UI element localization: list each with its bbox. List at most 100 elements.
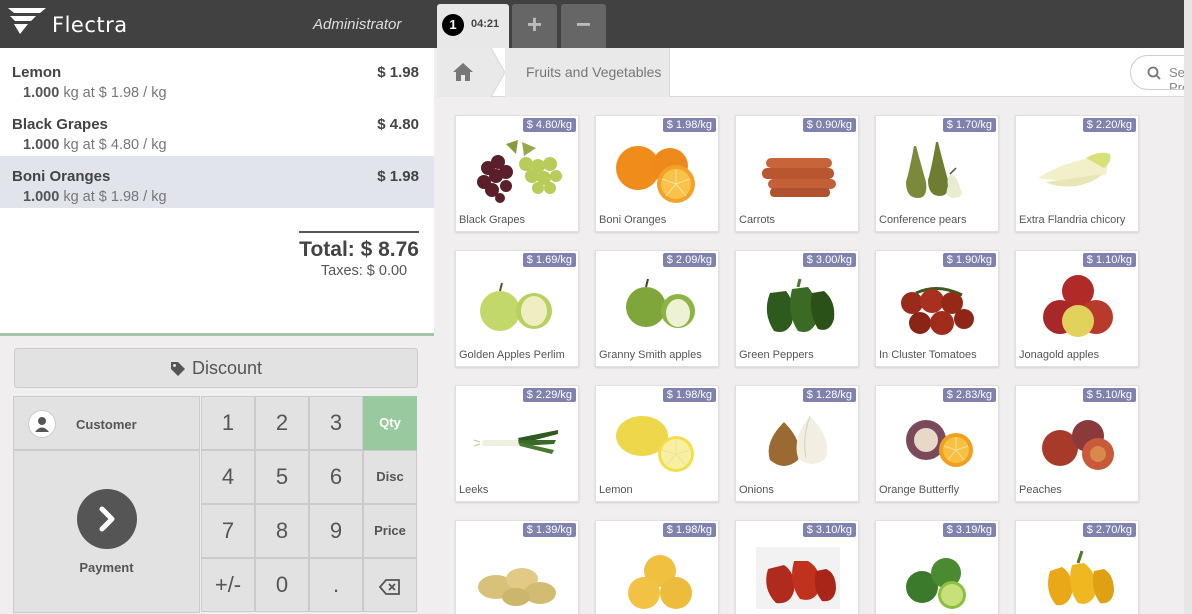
product-card[interactable]: $ 1.39/kg [455,520,579,614]
payment-label: Payment [79,560,134,575]
product-screen: Fruits and Vegetables Search Products $ … [437,48,1192,614]
product-card[interactable]: $ 1.70/kg Conference pears [875,115,999,232]
product-name: Leeks [459,484,489,496]
pears-image [906,142,962,198]
lemon-image [616,416,694,472]
product-card[interactable]: $ 1.28/kg Onions [735,385,859,502]
new-order-button[interactable]: + [512,4,557,48]
numpad-key-9[interactable]: 9 [309,504,363,558]
product-card[interactable]: $ 3.00/kg Green Peppers [735,250,859,367]
product-price: $ 2.20/kg [1082,118,1136,132]
product-name: In Cluster Tomatoes [879,349,977,361]
order-number-badge: 1 [442,14,464,36]
product-card[interactable]: $ 2.09/kg Granny Smith apples [595,250,719,367]
price-mode-button[interactable]: Price [363,504,417,558]
product-card[interactable]: $ 1.90/kg In Cluster Tomatoes [875,250,999,367]
product-card[interactable]: $ 1.98/kg Boni Oranges [595,115,719,232]
onions-image [768,415,828,466]
customer-label: Customer [76,417,137,432]
numpad-key-5[interactable]: 5 [255,450,309,504]
numpad-key-dot[interactable]: . [309,558,363,612]
product-name: Orange Butterfly [879,484,960,496]
home-icon [453,63,473,81]
product-price: $ 1.98/kg [662,523,716,537]
product-name: Granny Smith apples [599,349,702,361]
breadcrumb: Fruits and Vegetables Search Products [437,48,1192,97]
order-line-info: 1.000 kg at $ 1.98 / kg [23,85,167,101]
order-line[interactable]: Lemon $ 1.98 1.000 kg at $ 1.98 / kg [0,52,434,104]
search-icon [1147,66,1161,80]
search-box[interactable]: Search Products [1130,55,1192,90]
product-card[interactable]: $ 5.10/kg Peaches [1015,385,1139,502]
chicory-image [1038,152,1111,187]
order-line[interactable]: Black Grapes $ 4.80 1.000 kg at $ 4.80 /… [0,104,434,156]
product-name: Extra Flandria chicory [1019,214,1126,226]
product-card[interactable]: $ 1.98/kg Lemon [595,385,719,502]
customer-button[interactable]: Customer [13,396,200,450]
product-card[interactable]: $ 1.69/kg Golden Apples Perlim [455,250,579,367]
product-name: Lemon [599,484,633,496]
order-line-unit-price: kg at $ 1.98 / kg [59,189,167,205]
numpad-key-6[interactable]: 6 [309,450,363,504]
qty-mode-button[interactable]: Qty [363,396,417,450]
product-card[interactable]: $ 2.83/kg Orange Butterfly [875,385,999,502]
grapefruit-image [628,555,692,609]
product-card[interactable]: $ 1.98/kg [595,520,719,614]
product-card[interactable]: $ 2.70/kg [1015,520,1139,614]
order-line-price: $ 4.80 [377,116,419,133]
numpad-key-8[interactable]: 8 [255,504,309,558]
scrollbar[interactable] [1184,0,1192,614]
numpad-key-1[interactable]: 1 [201,396,255,450]
backspace-button[interactable] [363,558,417,612]
disc-mode-button[interactable]: Disc [363,450,417,504]
black-grapes-image [477,140,562,203]
order-line-price: $ 1.98 [377,64,419,81]
order-line-info: 1.000 kg at $ 1.98 / kg [23,189,167,205]
numpad-key-7[interactable]: 7 [201,504,255,558]
order-tab[interactable]: 1 04:21 [437,4,509,48]
numpad-key-sign[interactable]: +/- [201,558,255,612]
discount-button[interactable]: Discount [14,348,418,388]
home-button[interactable] [437,48,491,97]
product-card[interactable]: $ 0.90/kg Carrots [735,115,859,232]
product-name: Onions [739,484,774,496]
order-line-qty: 1.000 [23,137,60,153]
order-summary: Lemon $ 1.98 1.000 kg at $ 1.98 / kg Bla… [0,48,434,336]
payment-button[interactable]: Payment [13,450,200,613]
product-card[interactable]: $ 2.29/kg Leeks [455,385,579,502]
product-name: Jonagold apples [1019,349,1100,361]
potatoes-image [478,568,556,606]
user-name[interactable]: Administrator [313,16,401,33]
peaches-image [1042,420,1114,470]
product-name: Conference pears [879,214,967,226]
oranges-image [616,146,695,203]
limes-image [906,558,966,609]
product-price: $ 2.70/kg [1082,523,1136,537]
flectra-logo: Flectra [6,4,127,40]
granny-smith-apples-image [626,278,695,328]
product-name: Carrots [739,214,776,226]
yellow-peppers-image [1048,550,1114,606]
product-price: $ 1.98/kg [662,118,716,132]
numpad-key-2[interactable]: 2 [255,396,309,450]
product-price: $ 3.00/kg [802,253,856,267]
product-price: $ 2.83/kg [942,388,996,402]
delete-order-button[interactable]: − [561,4,606,48]
numpad-key-3[interactable]: 3 [309,396,363,450]
carrots-image [762,158,836,197]
cluster-tomatoes-image [901,287,974,335]
product-card[interactable]: $ 1.10/kg Jonagold apples [1015,250,1139,367]
order-line-selected[interactable]: Boni Oranges $ 1.98 1.000 kg at $ 1.98 /… [0,156,434,208]
product-card[interactable]: $ 2.20/kg Extra Flandria chicory [1015,115,1139,232]
product-price: $ 1.69/kg [522,253,576,267]
product-card[interactable]: $ 3.10/kg [735,520,859,614]
product-card[interactable]: $ 3.19/kg [875,520,999,614]
numpad-key-0[interactable]: 0 [255,558,309,612]
breadcrumb-category[interactable]: Fruits and Vegetables [506,48,670,97]
product-price: $ 1.28/kg [802,388,856,402]
product-price: $ 3.19/kg [942,523,996,537]
product-card[interactable]: $ 4.80/kg Black Grapes [455,115,579,232]
backspace-icon [378,579,400,595]
numpad-key-4[interactable]: 4 [201,450,255,504]
order-line-unit-price: kg at $ 4.80 / kg [59,137,167,153]
